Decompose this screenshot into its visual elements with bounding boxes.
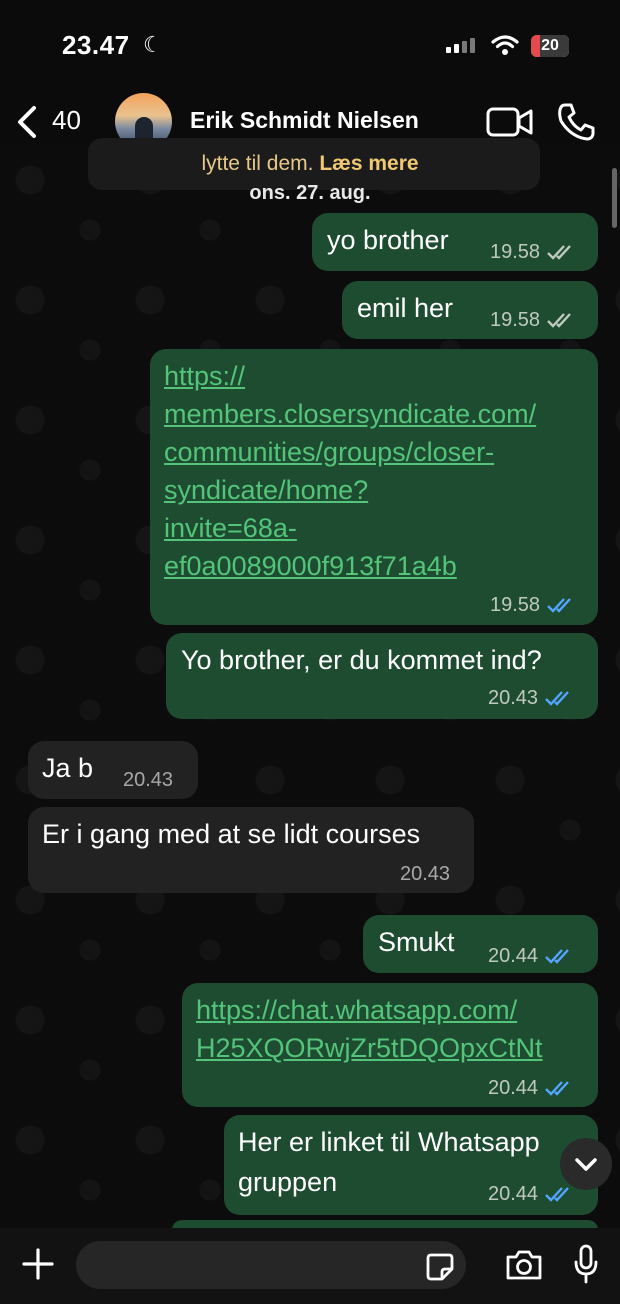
message-time: 19.58 xyxy=(490,309,541,331)
message-bubble-outgoing[interactable]: https://chat.whatsapp.com/ H25XQORwjZr5t… xyxy=(182,983,598,1107)
message-time: 20.44 xyxy=(488,1077,539,1099)
message-link-line[interactable]: https:// xyxy=(164,357,245,395)
delivered-ticks-icon xyxy=(547,245,571,260)
message-time: 20.43 xyxy=(123,769,174,791)
scrollbar[interactable] xyxy=(612,168,617,228)
message-time: 19.58 xyxy=(490,241,541,263)
read-more-link[interactable]: Læs mere xyxy=(319,152,418,175)
previous-message-text: lytte til dem. xyxy=(201,152,314,175)
message-bubble-outgoing[interactable]: Smukt 20.44 xyxy=(363,915,598,973)
message-link-line[interactable]: members.closersyndicate.com/ xyxy=(164,395,536,433)
message-bubble-incoming[interactable]: Ja b 20.43 xyxy=(28,741,198,799)
message-link-line[interactable]: ef0a0089000f913f71a4b xyxy=(164,547,457,585)
message-link-line[interactable]: https://chat.whatsapp.com/ xyxy=(196,991,517,1029)
battery-icon: 20 xyxy=(531,35,569,57)
unread-count[interactable]: 40 xyxy=(52,105,81,136)
message-link-line[interactable]: communities/groups/closer- xyxy=(164,433,494,471)
message-text: Smukt xyxy=(378,927,455,957)
read-ticks-icon xyxy=(545,1081,569,1096)
delivered-ticks-icon xyxy=(547,313,571,328)
mic-icon[interactable] xyxy=(573,1244,599,1284)
message-link-line[interactable]: syndicate/home? xyxy=(164,471,368,509)
message-input[interactable] xyxy=(76,1241,466,1289)
message-text: Her er linket til Whatsapp xyxy=(238,1127,540,1157)
message-time: 20.43 xyxy=(488,687,539,709)
plus-icon[interactable] xyxy=(20,1246,56,1282)
status-time: 23.47 xyxy=(62,30,130,60)
message-time: 20.43 xyxy=(400,863,451,885)
scroll-down-button[interactable] xyxy=(560,1138,612,1190)
message-bubble-outgoing[interactable]: Yo brother, er du kommet ind? 20.43 xyxy=(166,633,598,719)
read-ticks-icon xyxy=(547,598,571,613)
read-ticks-icon xyxy=(545,949,569,964)
wifi-icon xyxy=(491,35,519,55)
message-link-line[interactable]: invite=68a- xyxy=(164,509,297,547)
moon-icon: ☾ xyxy=(143,32,163,57)
read-ticks-icon xyxy=(545,691,569,706)
message-time: 20.44 xyxy=(488,1183,539,1205)
message-bubble-incoming[interactable]: Er i gang med at se lidt courses 20.43 xyxy=(28,807,474,893)
message-time: 19.58 xyxy=(490,594,541,616)
video-call-icon[interactable] xyxy=(486,106,534,138)
previous-message-snippet: lytte til dem. Læs mere xyxy=(0,152,620,176)
compose-bar xyxy=(0,1228,620,1304)
scroll-down-icon xyxy=(575,1158,597,1171)
sticker-icon[interactable] xyxy=(425,1252,455,1282)
back-chevron-icon[interactable] xyxy=(12,102,42,142)
message-text: Er i gang med at se lidt courses xyxy=(42,819,421,849)
date-separator: ons. 27. aug. xyxy=(249,182,371,204)
message-text: emil her xyxy=(357,293,454,323)
status-bar: 23.47 ☾ 20 xyxy=(0,0,620,90)
message-text: yo brother xyxy=(327,225,449,255)
message-bubble-outgoing[interactable]: https:// members.closersyndicate.com/ co… xyxy=(150,349,598,625)
signal-icon xyxy=(446,38,475,53)
message-link-line[interactable]: H25XQORwjZr5tDQOpxCtNt xyxy=(196,1029,543,1067)
camera-icon[interactable] xyxy=(504,1248,544,1282)
message-bubble-outgoing[interactable]: yo brother 19.58 xyxy=(312,213,598,271)
message-text: Ja b xyxy=(42,753,94,783)
contact-name[interactable]: Erik Schmidt Nielsen xyxy=(190,107,419,134)
message-time: 20.44 xyxy=(488,945,539,967)
message-bubble-outgoing[interactable]: Her er linket til Whatsapp gruppen 20.44 xyxy=(224,1115,598,1215)
message-text: Yo brother, er du kommet ind? xyxy=(181,645,542,675)
battery-level: 20 xyxy=(541,37,559,54)
message-text: gruppen xyxy=(238,1167,338,1197)
message-bubble-outgoing[interactable]: emil her 19.58 xyxy=(342,281,598,339)
phone-call-icon[interactable] xyxy=(556,102,596,142)
